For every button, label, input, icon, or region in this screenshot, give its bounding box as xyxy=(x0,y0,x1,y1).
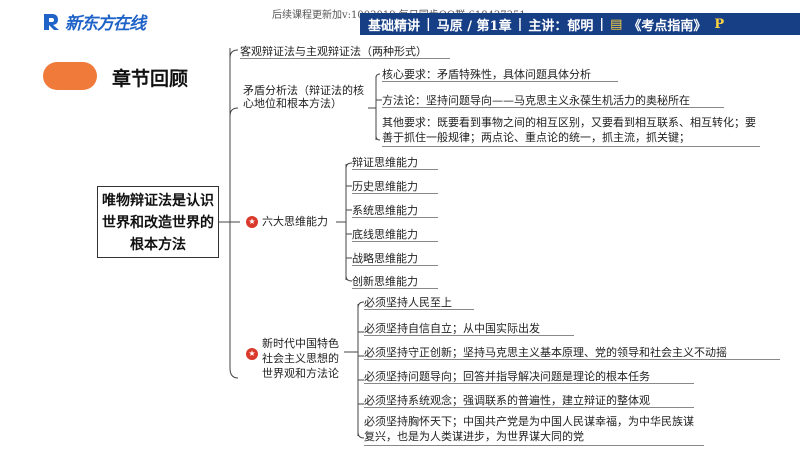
star-icon: ★ xyxy=(246,216,258,228)
leaf-upholding-fundamentals: 必须坚持守正创新；坚持马克思主义基本原理、党的领导和社会主义不动摇 xyxy=(364,344,780,360)
branch-xi-thought-methodology: 新时代中国特色社会主义思想的世界观和方法论 xyxy=(262,337,339,380)
branch-dialectics-forms: 客观辩证法与主观辩证法（两种形式） xyxy=(240,43,450,59)
leaf-self-confidence: 必须坚持自信自立；从中国实际出发 xyxy=(364,320,574,336)
leaf-systematic-thinking: 系统思维能力 xyxy=(352,202,438,218)
root-topic: 唯物辩证法是认识世界和改造世界的根本方法 xyxy=(97,186,219,258)
leaf-innovative-thinking: 创新思维能力 xyxy=(352,273,438,289)
leaf-core-requirement: 核心要求：矛盾特殊性，具体问题具体分析 xyxy=(382,66,618,82)
leaf-historical-thinking: 历史思维能力 xyxy=(352,178,438,194)
branch-six-thinking: 六大思维能力 xyxy=(262,215,328,228)
leaf-systems-concept: 必须坚持系统观念；强调联系的普遍性，建立辩证的整体观 xyxy=(364,392,694,408)
leaf-global-vision: 必须坚持胸怀天下；中国共产党是为中国人民谋幸福，为中华民族谋复兴，也是为人类谋进… xyxy=(364,414,704,446)
leaf-dialectical-thinking: 辩证思维能力 xyxy=(352,154,438,170)
leaf-problem-orientation: 必须坚持问题导向；回答并指导解决问题是理论的根本任务 xyxy=(364,368,694,384)
leaf-strategic-thinking: 战略思维能力 xyxy=(352,250,438,266)
leaf-people-first: 必须坚持人民至上 xyxy=(364,294,474,310)
branch-contradiction-analysis: 矛盾分析法（辩证法的核心地位和根本方法） xyxy=(243,84,364,110)
star-icon: ★ xyxy=(246,348,258,360)
leaf-methodology: 方法论：坚持问题导向——马克思主义永葆生机活力的奥秘所在 xyxy=(382,92,724,108)
leaf-other-requirements: 其他要求：既要看到事物之间的相互区别，又要看到相互联系、相互转化；要善于抓住一般… xyxy=(382,115,760,147)
leaf-bottom-line-thinking: 底线思维能力 xyxy=(352,226,438,242)
